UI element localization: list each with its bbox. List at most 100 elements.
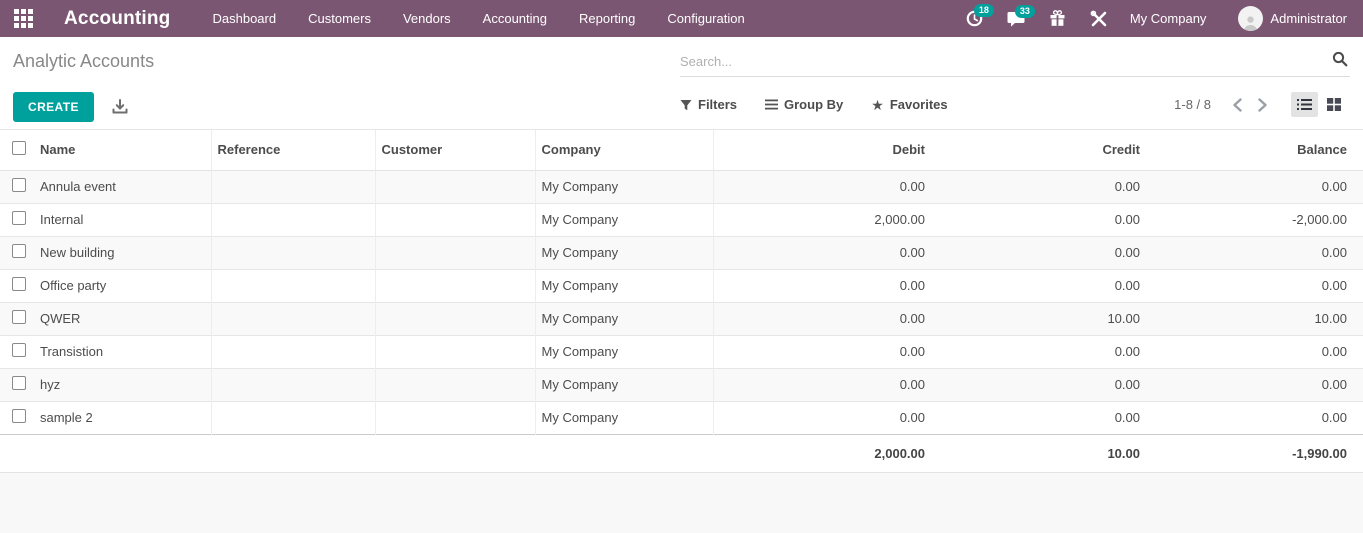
company-switcher[interactable]: My Company (1122, 11, 1221, 26)
nav-menu-customers[interactable]: Customers (292, 0, 387, 37)
totals-empty (0, 434, 40, 472)
current-app-title[interactable]: Accounting (64, 8, 171, 30)
row-checkbox[interactable] (12, 310, 26, 324)
navbar-right: 18 33 My Company (956, 6, 1347, 32)
messages-button[interactable]: 33 (997, 7, 1035, 31)
cell-name: hyz (40, 368, 211, 401)
cell-reference (211, 401, 375, 434)
filters-label: Filters (698, 97, 737, 112)
row-checkbox-cell (0, 170, 40, 203)
user-menu[interactable]: Administrator (1224, 6, 1347, 31)
cell-customer (375, 368, 535, 401)
activities-button[interactable]: 18 (956, 6, 993, 31)
table-row[interactable]: New buildingMy Company0.000.000.00 (0, 236, 1363, 269)
header-credit[interactable]: Credit (933, 130, 1148, 170)
search-icon[interactable] (1330, 51, 1350, 72)
header-reference[interactable]: Reference (211, 130, 375, 170)
control-panel: Analytic Accounts CREATE Filters (0, 37, 1363, 130)
app-menu-bar: DashboardCustomersVendorsAccountingRepor… (197, 0, 761, 37)
export-icon[interactable] (112, 99, 128, 115)
tools-button[interactable] (1080, 6, 1118, 32)
cell-name: Office party (40, 269, 211, 302)
cell-credit: 0.00 (933, 236, 1148, 269)
cell-name: Internal (40, 203, 211, 236)
cell-customer (375, 170, 535, 203)
chevron-left-icon (1232, 98, 1243, 112)
cell-reference (211, 203, 375, 236)
cell-debit: 2,000.00 (713, 203, 933, 236)
cell-debit: 0.00 (713, 335, 933, 368)
table-row[interactable]: sample 2My Company0.000.000.00 (0, 401, 1363, 434)
cell-name: Transistion (40, 335, 211, 368)
cell-company: My Company (535, 335, 713, 368)
total-credit: 10.00 (933, 434, 1148, 472)
kanban-view-button[interactable] (1320, 92, 1347, 117)
header-balance[interactable]: Balance (1148, 130, 1363, 170)
cell-reference (211, 335, 375, 368)
pager-next-button[interactable] (1250, 94, 1275, 116)
list-view-button[interactable] (1291, 92, 1318, 117)
gift-button[interactable] (1039, 6, 1076, 31)
row-checkbox[interactable] (12, 244, 26, 258)
row-checkbox[interactable] (12, 211, 26, 225)
message-count-badge: 33 (1015, 5, 1035, 18)
activity-count-badge: 18 (974, 4, 994, 17)
favorites-button[interactable]: ★ Favorites (871, 97, 947, 112)
row-checkbox[interactable] (12, 277, 26, 291)
top-navbar: Accounting DashboardCustomersVendorsAcco… (0, 0, 1363, 37)
user-name: Administrator (1270, 11, 1347, 26)
select-all-cell (0, 130, 40, 170)
row-checkbox[interactable] (12, 178, 26, 192)
table-row[interactable]: QWERMy Company0.0010.0010.00 (0, 302, 1363, 335)
row-checkbox-cell (0, 401, 40, 434)
apps-menu-button[interactable] (0, 0, 46, 37)
pager-counter: 1-8 / 8 (1174, 97, 1211, 112)
cell-company: My Company (535, 170, 713, 203)
filter-bar: Filters Group By ★ Favorites (680, 97, 948, 112)
nav-menu-vendors[interactable]: Vendors (387, 0, 467, 37)
cell-debit: 0.00 (713, 170, 933, 203)
totals-empty (211, 434, 375, 472)
cell-customer (375, 302, 535, 335)
pager-previous-button[interactable] (1225, 94, 1250, 116)
table-row[interactable]: TransistionMy Company0.000.000.00 (0, 335, 1363, 368)
nav-menu-accounting[interactable]: Accounting (467, 0, 563, 37)
nav-menu-configuration[interactable]: Configuration (651, 0, 760, 37)
cell-debit: 0.00 (713, 269, 933, 302)
cell-name: QWER (40, 302, 211, 335)
analytic-accounts-table: Name Reference Customer Company Debit Cr… (0, 130, 1363, 473)
kanban-view-icon (1327, 98, 1341, 111)
nav-menu-reporting[interactable]: Reporting (563, 0, 651, 37)
filters-button[interactable]: Filters (680, 97, 737, 112)
search-input[interactable] (680, 54, 1330, 69)
cell-reference (211, 302, 375, 335)
funnel-icon (680, 99, 692, 111)
bars-icon (765, 99, 778, 110)
nav-menu-dashboard[interactable]: Dashboard (197, 0, 293, 37)
table-row[interactable]: InternalMy Company2,000.000.00-2,000.00 (0, 203, 1363, 236)
header-debit[interactable]: Debit (713, 130, 933, 170)
row-checkbox[interactable] (12, 343, 26, 357)
cell-balance: -2,000.00 (1148, 203, 1363, 236)
create-button[interactable]: CREATE (13, 92, 94, 122)
cell-company: My Company (535, 269, 713, 302)
row-checkbox[interactable] (12, 376, 26, 390)
chevron-right-icon (1257, 98, 1268, 112)
header-name[interactable]: Name (40, 130, 211, 170)
header-customer[interactable]: Customer (375, 130, 535, 170)
group-by-button[interactable]: Group By (765, 97, 843, 112)
header-company[interactable]: Company (535, 130, 713, 170)
row-checkbox[interactable] (12, 409, 26, 423)
table-row[interactable]: Annula eventMy Company0.000.000.00 (0, 170, 1363, 203)
total-debit: 2,000.00 (713, 434, 933, 472)
select-all-checkbox[interactable] (12, 141, 26, 155)
cell-balance: 0.00 (1148, 269, 1363, 302)
favorites-label: Favorites (890, 97, 948, 112)
cell-company: My Company (535, 368, 713, 401)
cell-name: Annula event (40, 170, 211, 203)
table-row[interactable]: hyzMy Company0.000.000.00 (0, 368, 1363, 401)
cell-credit: 0.00 (933, 203, 1148, 236)
table-row[interactable]: Office partyMy Company0.000.000.00 (0, 269, 1363, 302)
user-avatar (1238, 6, 1263, 31)
page-title: Analytic Accounts (13, 51, 154, 72)
